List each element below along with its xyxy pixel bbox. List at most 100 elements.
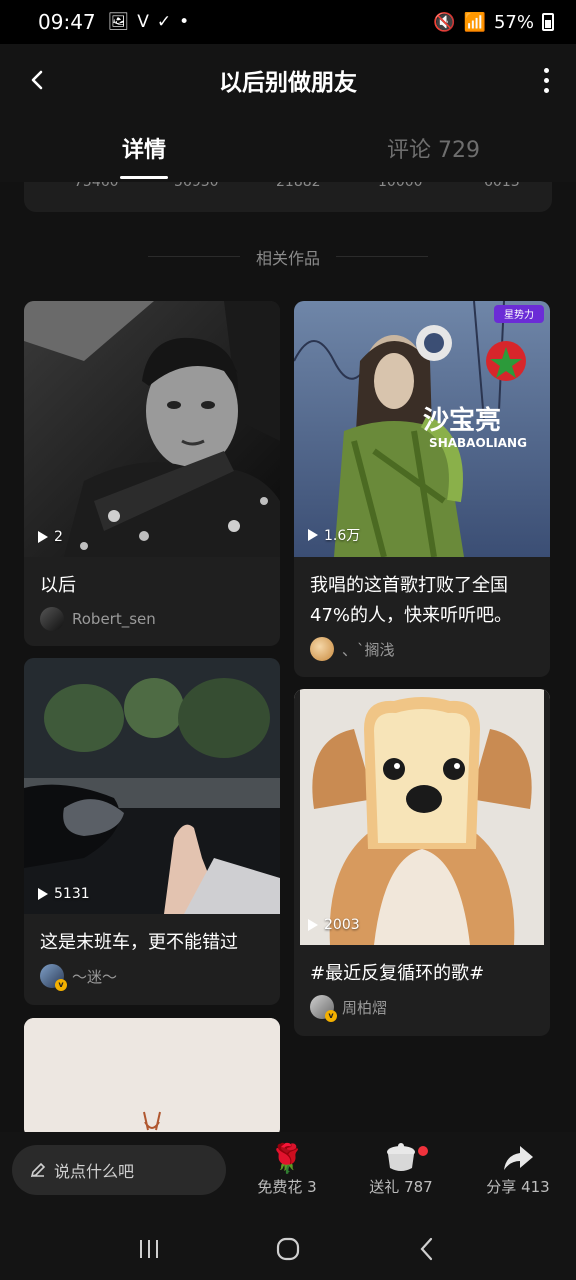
tab-details[interactable]: 详情 — [122, 132, 166, 164]
system-back-button[interactable] — [407, 1229, 447, 1269]
play-count-value: 1.6万 — [324, 528, 361, 544]
stat-value: 56930 — [174, 182, 219, 190]
battery-icon — [542, 13, 554, 31]
header: 以后别做朋友 — [0, 44, 576, 116]
card-title: #最近反复循环的歌# — [310, 963, 485, 984]
home-icon — [276, 1237, 300, 1261]
stats-card: 75460 56930 21882 10000 6013 — [24, 182, 552, 212]
tab-comments[interactable]: 评论 729 — [387, 132, 480, 164]
gallery-icon: 🖼 — [107, 12, 130, 32]
recent-apps-button[interactable] — [129, 1229, 169, 1269]
related-card[interactable]: 2003 #最近反复循环的歌# v 周柏熠 — [294, 689, 550, 1036]
page-title: 以后别做朋友 — [219, 70, 357, 96]
share-button[interactable]: 分享 413 — [473, 1140, 563, 1197]
cover-artist-text: 沙宝亮 — [423, 405, 501, 436]
stat-value: 6013 — [484, 182, 520, 190]
status-right: 🔇 📶 57% — [433, 12, 554, 33]
vip-badge-icon: v — [325, 1010, 337, 1022]
rose-icon: 🌹 — [269, 1141, 305, 1175]
play-icon — [308, 919, 318, 931]
home-button[interactable] — [268, 1229, 308, 1269]
dog-bread-image — [294, 689, 550, 945]
pencil-icon — [30, 1162, 46, 1178]
stat-value: 21882 — [276, 182, 321, 190]
portrait-man-car-image — [24, 301, 280, 557]
card-title: 以后 — [40, 575, 76, 596]
wifi-icon: 📶 — [463, 11, 486, 33]
avatar — [40, 607, 64, 631]
play-count-value: 2003 — [324, 917, 360, 933]
related-card[interactable]: 2 以后 Robert_sen — [24, 301, 280, 646]
play-count: 1.6万 — [308, 525, 360, 545]
more-dot-icon — [543, 77, 549, 83]
night-car-hand-image — [24, 658, 280, 914]
status-time: 09:47 — [38, 10, 96, 34]
free-flower-label: 免费花 3 — [257, 1178, 317, 1196]
related-card[interactable]: 星势力 沙宝亮 SHABAOLIANG 1.6万 我唱的这首歌打败了全国47%的… — [294, 301, 550, 677]
related-card[interactable]: 5131 这是末班车，更不能错过 v ～迷～ — [24, 658, 280, 1005]
related-works-title: 相关作品 — [255, 249, 320, 268]
tab-active-indicator — [120, 176, 168, 179]
status-bar: 09:47 🖼 V ✓ • 🔇 📶 57% — [0, 0, 576, 44]
comment-input[interactable]: 说点什么吧 — [12, 1145, 226, 1195]
author-name: 、`搁浅 — [342, 640, 395, 659]
card-cover-image: 2 — [24, 301, 280, 557]
dot-icon: • — [179, 12, 190, 32]
v-app-icon: V — [137, 12, 149, 32]
check-icon: ✓ — [156, 12, 172, 32]
chevron-left-icon — [31, 70, 43, 90]
notification-icons: 🖼 V ✓ • — [108, 12, 190, 32]
album-cover-image: 星势力 沙宝亮 SHABAOLIANG — [294, 301, 550, 557]
play-icon — [38, 888, 48, 900]
card-author[interactable]: 、`搁浅 — [294, 631, 550, 661]
play-count-value: 2 — [54, 529, 63, 545]
more-dot-icon — [543, 87, 549, 93]
system-nav-bar — [0, 1218, 576, 1280]
free-flower-button[interactable]: 🌹 免费花 3 — [242, 1140, 332, 1197]
cover-artist-latin-text: SHABAOLIANG — [429, 436, 527, 450]
author-name: Robert_sen — [72, 610, 156, 628]
author-name: ～迷～ — [72, 967, 118, 986]
recent-apps-icon — [140, 1240, 159, 1258]
avatar: v — [40, 964, 67, 991]
card-cover-image: 5131 — [24, 658, 280, 914]
play-count: 2 — [38, 529, 63, 545]
comment-placeholder: 说点什么吧 — [54, 1162, 135, 1181]
card-author[interactable]: v 周柏熠 — [294, 989, 550, 1022]
gift-label: 送礼 787 — [369, 1178, 433, 1196]
share-label: 分享 413 — [486, 1178, 550, 1196]
avatar: v — [310, 995, 337, 1022]
notification-dot — [418, 1146, 428, 1156]
related-card[interactable] — [24, 1018, 280, 1138]
battery-percent: 57% — [493, 11, 534, 33]
mute-icon: 🔇 — [433, 11, 456, 33]
share-arrow-icon — [502, 1140, 534, 1176]
card-author[interactable]: v ～迷～ — [24, 958, 280, 991]
victory-hand-icon — [143, 1111, 161, 1131]
gift-pot-icon — [384, 1140, 428, 1176]
more-dot-icon — [543, 67, 549, 73]
vip-badge-icon: v — [55, 979, 67, 991]
tab-bar: 详情 评论 729 — [0, 116, 576, 182]
card-cover-image: 2003 — [294, 689, 550, 945]
divider-line — [336, 256, 428, 257]
card-title: 我唱的这首歌打败了全国47%的人，快来听听吧。 — [310, 575, 513, 626]
card-cover-image — [24, 1018, 280, 1138]
author-name: 周柏熠 — [342, 998, 388, 1017]
back-arrow-icon — [420, 1237, 432, 1261]
gift-button[interactable]: 送礼 787 — [356, 1140, 446, 1197]
back-button[interactable] — [20, 62, 56, 98]
avatar — [310, 637, 334, 661]
play-count: 2003 — [308, 917, 360, 933]
corner-logo-text: 星势力 — [504, 308, 534, 321]
more-options-button[interactable] — [538, 62, 554, 98]
stat-value: 75460 — [74, 182, 119, 190]
stat-value: 10000 — [378, 182, 423, 190]
card-title: 这是末班车，更不能错过 — [40, 932, 238, 953]
card-cover-image: 星势力 沙宝亮 SHABAOLIANG 1.6万 — [294, 301, 550, 557]
play-count: 5131 — [38, 886, 90, 902]
card-author[interactable]: Robert_sen — [24, 601, 280, 631]
play-count-value: 5131 — [54, 886, 90, 902]
bottom-action-bar: 说点什么吧 🌹 免费花 3 送礼 787 分享 413 — [0, 1132, 576, 1218]
play-icon — [38, 531, 48, 543]
